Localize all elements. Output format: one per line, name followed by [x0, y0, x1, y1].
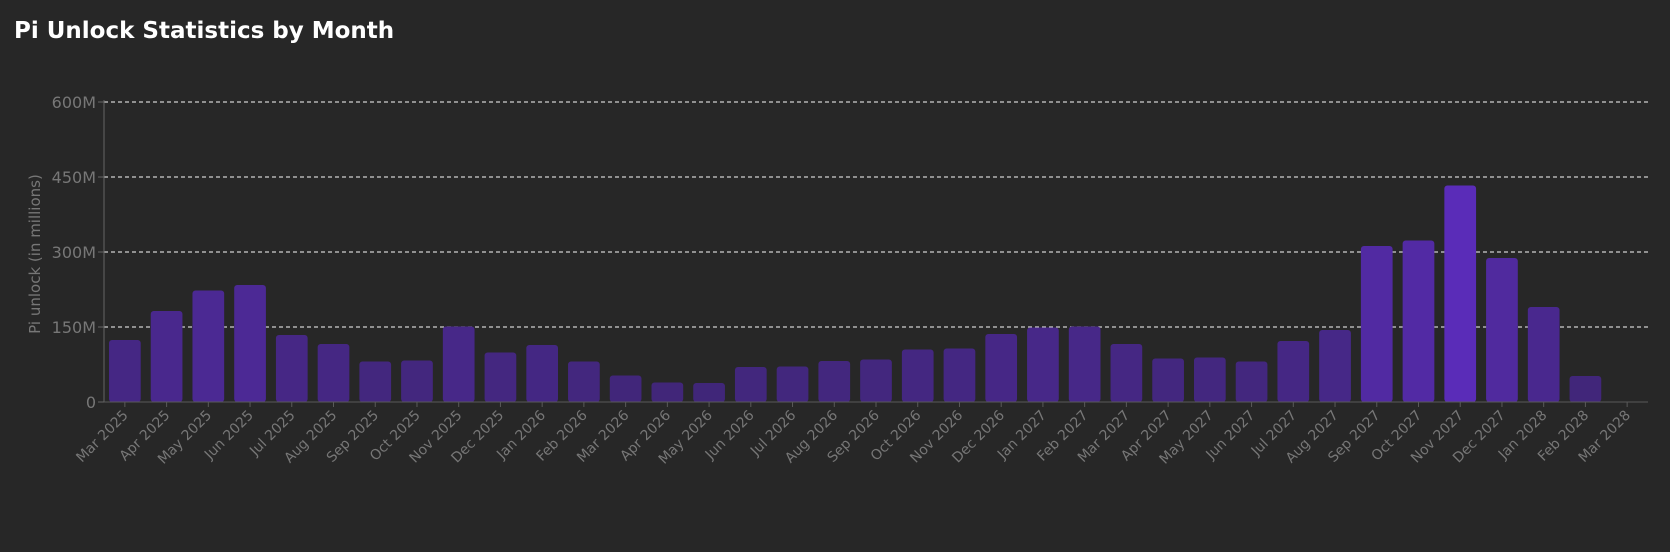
bar[interactable]	[526, 345, 559, 402]
bar[interactable]	[1486, 258, 1518, 402]
bar[interactable]	[1193, 357, 1226, 403]
bar[interactable]	[275, 335, 308, 402]
bar-chart: 0150M300M450M600MMar 2025Apr 2025May 202…	[26, 93, 1648, 468]
bar[interactable]	[860, 359, 892, 403]
bar[interactable]	[109, 340, 141, 402]
bar[interactable]	[901, 349, 934, 403]
bar[interactable]	[1569, 376, 1602, 402]
bar[interactable]	[943, 348, 976, 403]
bar[interactable]	[1444, 185, 1477, 403]
y-tick-label: 300M	[52, 243, 96, 262]
bar[interactable]	[234, 285, 266, 402]
bar[interactable]	[1319, 330, 1351, 402]
bar[interactable]	[568, 361, 600, 403]
bar[interactable]	[693, 383, 725, 402]
bars	[109, 185, 1643, 403]
bar[interactable]	[1027, 327, 1059, 403]
bar[interactable]	[1235, 361, 1268, 403]
bar[interactable]	[1402, 240, 1435, 403]
y-tick-label: 0	[86, 393, 96, 412]
y-tick-label: 450M	[52, 168, 96, 187]
y-axis-label: Pi unlock (in millions)	[26, 174, 44, 334]
bar[interactable]	[1277, 341, 1310, 402]
bar[interactable]	[317, 344, 350, 402]
y-tick-label: 150M	[52, 318, 96, 337]
bar[interactable]	[818, 361, 851, 402]
bar[interactable]	[192, 290, 225, 403]
bar[interactable]	[359, 361, 392, 403]
bar[interactable]	[609, 375, 642, 403]
bar[interactable]	[651, 382, 684, 403]
y-tick-label: 600M	[52, 93, 96, 112]
bar[interactable]	[484, 352, 517, 403]
bar[interactable]	[401, 360, 433, 403]
bar[interactable]	[734, 367, 767, 402]
bar[interactable]	[442, 326, 475, 403]
bar[interactable]	[776, 366, 809, 403]
bar[interactable]	[150, 311, 183, 402]
bar[interactable]	[1110, 344, 1143, 402]
bar[interactable]	[1527, 307, 1560, 402]
bar[interactable]	[985, 334, 1018, 402]
bar[interactable]	[1360, 246, 1393, 402]
bar[interactable]	[1068, 326, 1101, 403]
bar[interactable]	[1152, 358, 1184, 403]
